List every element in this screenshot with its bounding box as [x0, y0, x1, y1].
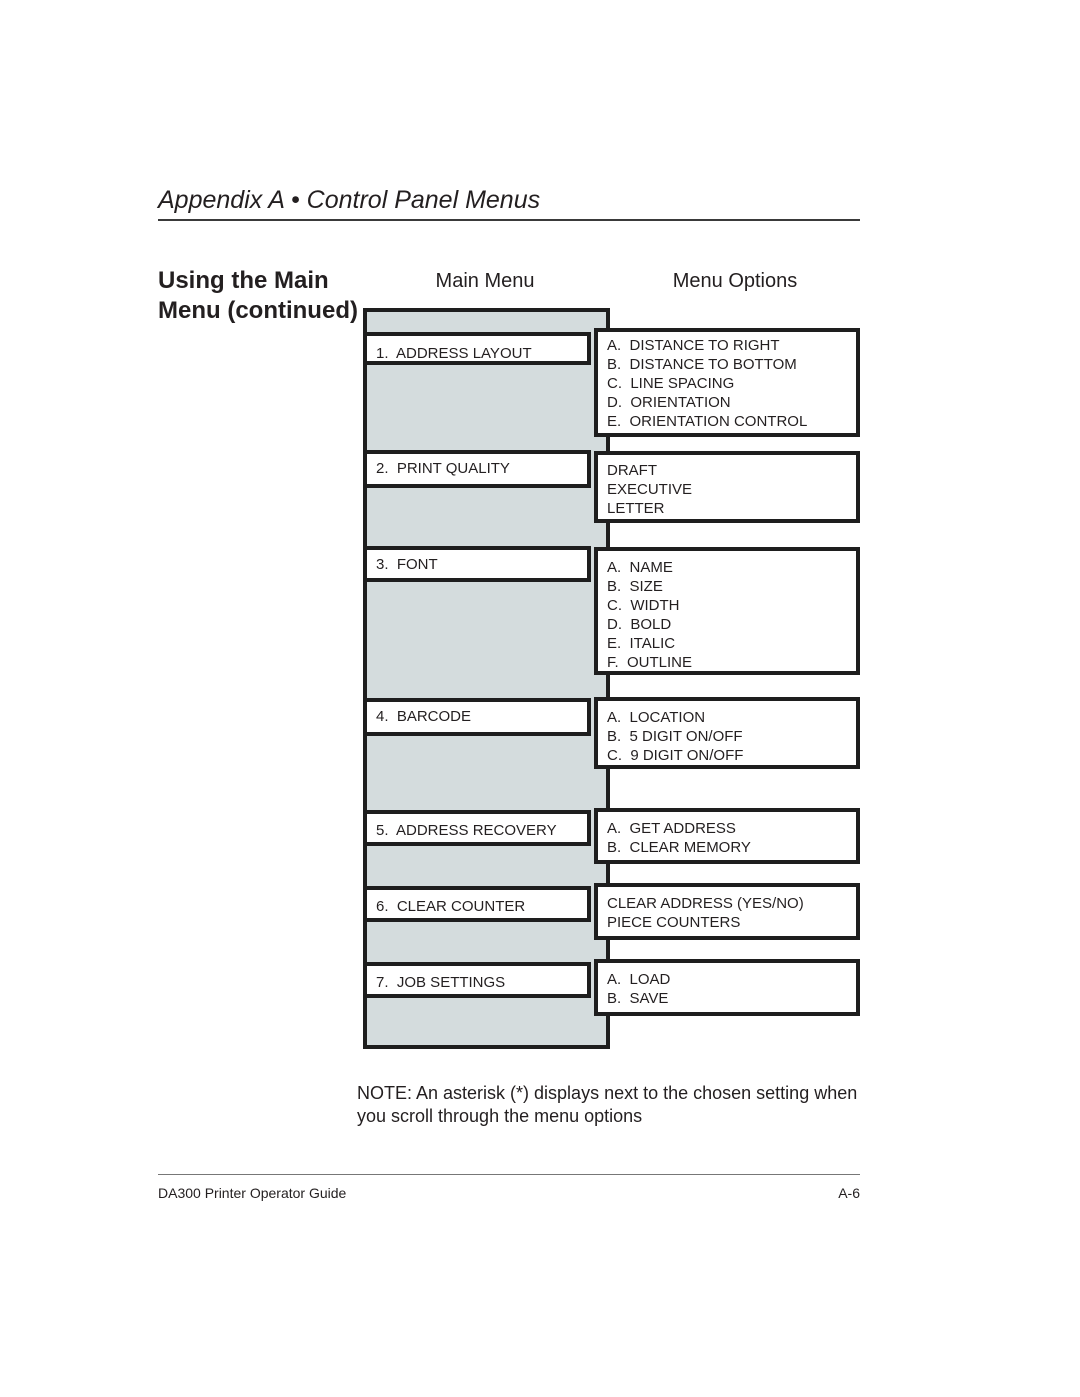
section-title: Using the Main Menu (continued) [158, 267, 358, 324]
menu-item-label: 5. ADDRESS RECOVERY [376, 822, 557, 839]
option-item: B. 5 DIGIT ON/OFF [607, 728, 743, 745]
option-item: PIECE COUNTERS [607, 914, 741, 931]
option-item: B. SIZE [607, 578, 663, 595]
option-item: A. NAME [607, 559, 673, 576]
main-menu-item-address-recovery: 5. ADDRESS RECOVERY [363, 810, 591, 846]
option-item: A. LOAD [607, 971, 671, 988]
footer-page-number: A-6 [838, 1185, 860, 1201]
option-item: EXECUTIVE [607, 481, 693, 498]
option-item: D. ORIENTATION [607, 394, 731, 411]
option-item: C. LINE SPACING [607, 375, 735, 392]
main-menu-column-heading: Main Menu [435, 270, 535, 292]
header-divider [158, 219, 860, 221]
option-item: F. OUTLINE [607, 654, 693, 671]
note-text: NOTE: An asterisk (*) displays next to t… [357, 1083, 858, 1126]
menu-item-label: 7. JOB SETTINGS [376, 974, 506, 991]
options-box-address-layout: A. DISTANCE TO RIGHT B. DISTANCE TO BOTT… [594, 328, 860, 437]
option-item: DRAFT [607, 462, 657, 479]
options-box-barcode: A. LOCATION B. 5 DIGIT ON/OFF C. 9 DIGIT… [594, 697, 860, 769]
option-item: A. LOCATION [607, 709, 706, 726]
main-menu-item-address-layout: 1. ADDRESS LAYOUT [363, 332, 591, 365]
option-item: A. GET ADDRESS [607, 820, 736, 837]
option-item: E. ORIENTATION CONTROL [607, 413, 808, 430]
option-item: CLEAR ADDRESS (YES/NO) [607, 895, 804, 912]
option-item: B. DISTANCE TO BOTTOM [607, 356, 797, 373]
main-menu-item-font: 3. FONT [363, 546, 591, 582]
menu-item-label: 3. FONT [376, 556, 438, 573]
option-item: D. BOLD [607, 616, 672, 633]
option-item: C. WIDTH [607, 597, 680, 614]
option-item: B. SAVE [607, 990, 669, 1007]
option-item: C. 9 DIGIT ON/OFF [607, 747, 744, 764]
main-menu-item-print-quality: 2. PRINT QUALITY [363, 450, 591, 488]
main-menu-item-job-settings: 7. JOB SETTINGS [363, 962, 591, 998]
options-box-font: A. NAME B. SIZE C. WIDTH D. BOLD E. ITAL… [594, 547, 860, 675]
options-box-print-quality: DRAFT EXECUTIVE LETTER [594, 451, 860, 523]
options-box-address-recovery: A. GET ADDRESS B. CLEAR MEMORY [594, 808, 860, 864]
page-header-title: Appendix A • Control Panel Menus [158, 186, 541, 214]
menu-item-label: 1. ADDRESS LAYOUT [376, 345, 532, 362]
options-box-clear-counter: CLEAR ADDRESS (YES/NO) PIECE COUNTERS [594, 883, 860, 940]
option-item: A. DISTANCE TO RIGHT [607, 337, 780, 354]
main-menu-item-clear-counter: 6. CLEAR COUNTER [363, 886, 591, 922]
main-menu-item-barcode: 4. BARCODE [363, 698, 591, 736]
option-item: E. ITALIC [607, 635, 676, 652]
menu-item-label: 4. BARCODE [376, 708, 472, 725]
option-item: LETTER [607, 500, 665, 517]
menu-item-label: 2. PRINT QUALITY [376, 460, 510, 477]
options-box-job-settings: A. LOAD B. SAVE [594, 959, 860, 1016]
main-menu-panel [363, 308, 610, 1049]
option-item: B. CLEAR MEMORY [607, 839, 751, 856]
footer-guide-title: DA300 Printer Operator Guide [158, 1185, 347, 1201]
menu-options-column-heading: Menu Options [672, 270, 798, 292]
menu-item-label: 6. CLEAR COUNTER [376, 898, 526, 915]
footer-divider [158, 1174, 860, 1175]
